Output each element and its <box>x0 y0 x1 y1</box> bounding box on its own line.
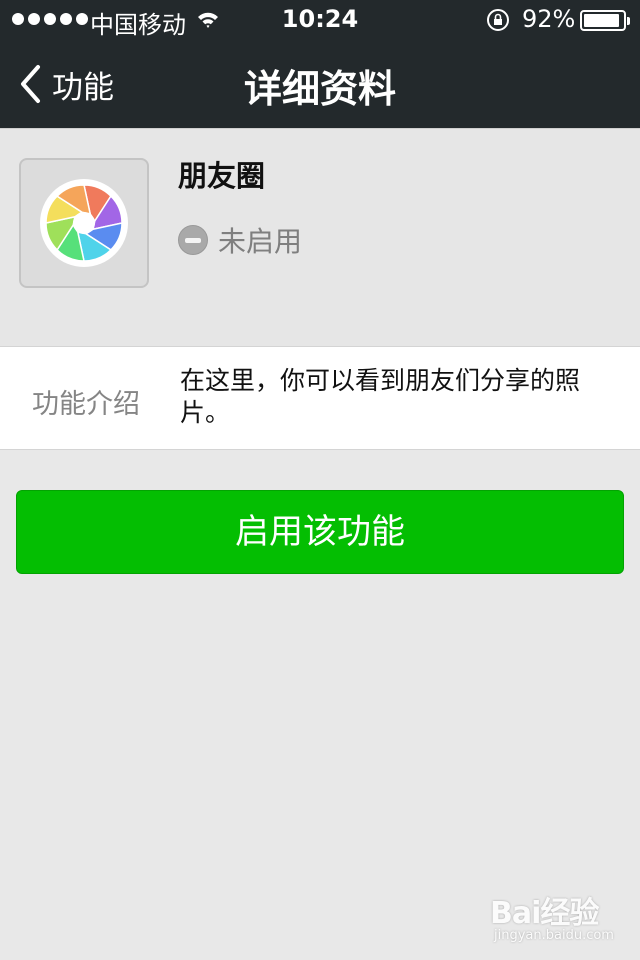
page-title: 详细资料 <box>243 67 396 111</box>
battery-percentage: 92% <box>522 5 576 33</box>
feature-status: 未启用 <box>178 220 302 260</box>
intro-label: 功能介绍 <box>32 389 140 420</box>
feature-profile: 朋友圈 未启用 <box>0 128 640 346</box>
battery-fill <box>584 14 619 27</box>
intro-text: 在这里，你可以看到朋友们分享的照片。 <box>180 366 581 427</box>
rotation-lock-icon <box>487 9 509 31</box>
feature-intro-row: 功能介绍 在这里，你可以看到朋友们分享的照片。 <box>0 346 640 450</box>
status-text: 未启用 <box>218 225 303 258</box>
header: 中国移动 10:24 92% 功能 详细资料 <box>0 0 640 128</box>
feature-name: 朋友圈 <box>178 159 266 193</box>
enable-feature-button[interactable]: 启用该功能 <box>16 490 624 574</box>
moments-aperture-icon <box>40 179 128 267</box>
watermark-url: jingyan.baidu.com <box>494 928 614 943</box>
watermark: Bai经验 jingyan.baidu.com <box>490 888 630 948</box>
status-bar: 中国移动 10:24 92% <box>0 0 640 40</box>
baidu-jingyan-logo: Bai经验 <box>490 896 599 931</box>
disabled-icon <box>178 225 208 255</box>
feature-icon-frame <box>19 158 149 288</box>
battery-icon <box>580 10 630 31</box>
